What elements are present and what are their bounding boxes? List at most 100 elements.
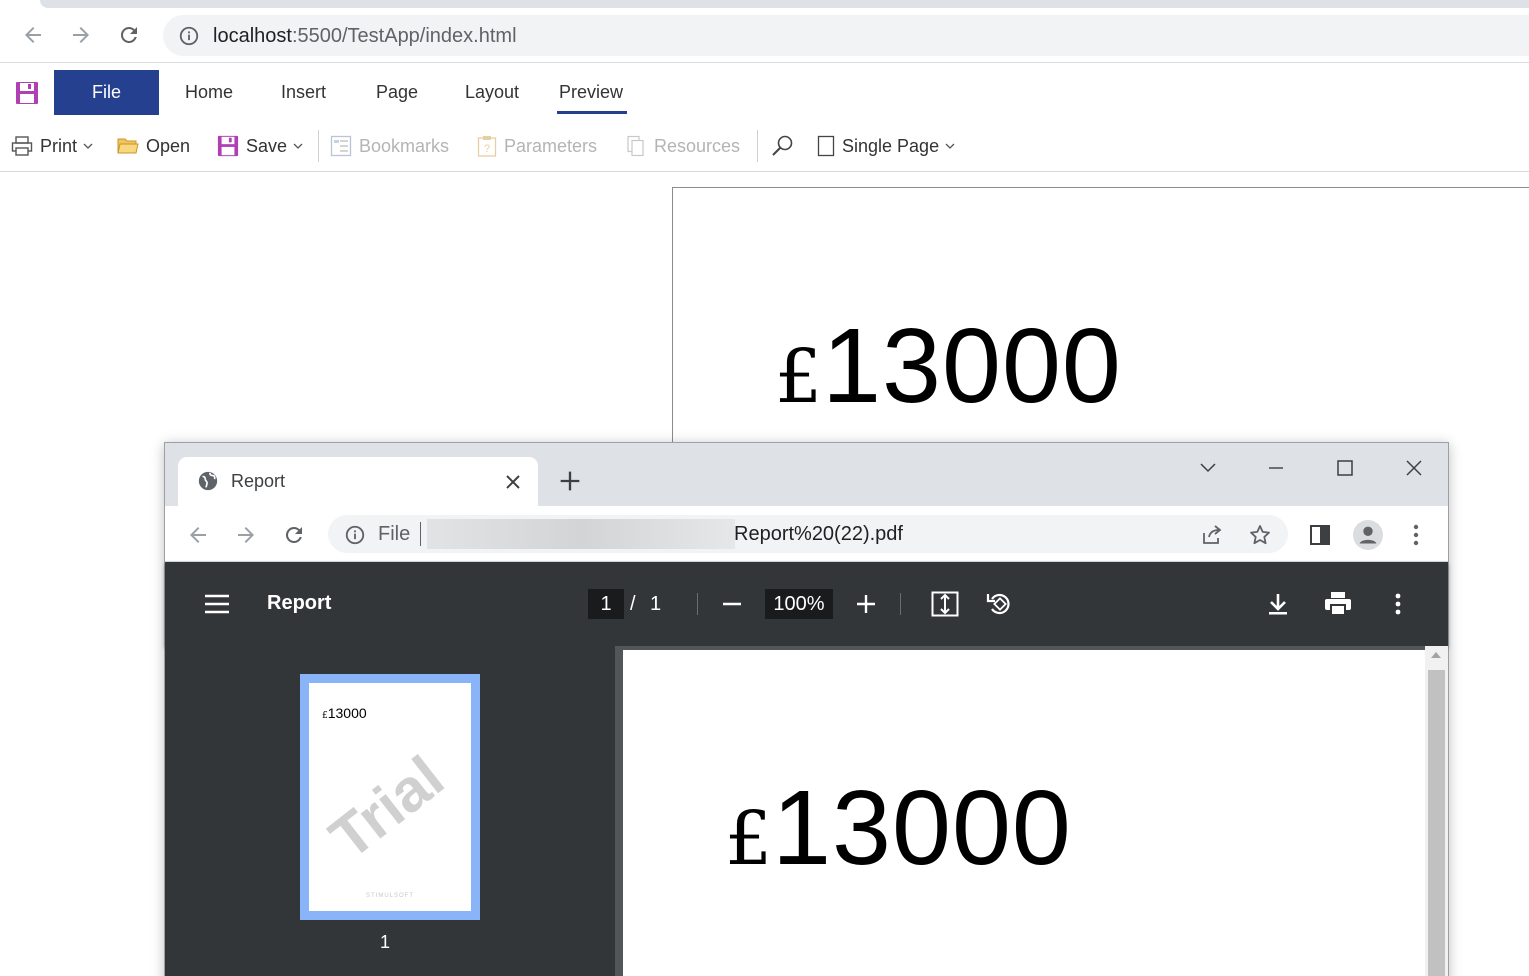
magnifier-icon: [771, 134, 795, 158]
maximize-icon[interactable]: [1323, 453, 1367, 483]
info-icon[interactable]: [344, 524, 366, 551]
pdf-page: £13000: [623, 650, 1425, 976]
pdf-content-area: £13000: [615, 646, 1448, 976]
save-label: Save: [246, 135, 288, 156]
info-icon[interactable]: [178, 25, 200, 52]
tab-insert[interactable]: Insert: [281, 82, 326, 103]
bookmarks-label: Bookmarks: [359, 135, 450, 156]
profile-avatar-icon[interactable]: [1353, 520, 1383, 550]
pdf-scrollbar[interactable]: [1425, 646, 1448, 976]
more-options-icon[interactable]: [1382, 588, 1414, 620]
download-icon[interactable]: [1262, 588, 1294, 620]
folder-icon: [117, 136, 139, 156]
forward-arrow-icon[interactable]: [65, 19, 97, 51]
thumbnail-amount: £13000: [322, 705, 367, 721]
scroll-up-arrow-icon[interactable]: [1431, 652, 1441, 658]
minimize-icon[interactable]: [1254, 453, 1298, 483]
parameters-button[interactable]: ? Parameters: [477, 132, 597, 160]
zoom-in-icon[interactable]: [850, 588, 882, 620]
zoom-level-input[interactable]: 100%: [765, 589, 833, 619]
side-panel-icon[interactable]: [1305, 520, 1335, 550]
view-mode-dropdown[interactable]: Single Page: [817, 132, 955, 160]
thumbnail-footer: STIMULSOFT: [365, 893, 414, 899]
ribbon-tab-bar: File Home Insert Page Layout Preview: [0, 64, 1529, 120]
chevron-down-icon: [293, 141, 303, 151]
chevron-down-icon: [83, 141, 93, 151]
pdf-toolbar: Report 1 / 1 100%: [165, 562, 1448, 646]
pdf-currency: £: [725, 796, 773, 882]
resources-icon: [625, 135, 647, 157]
popup-tab-title: Report: [231, 471, 286, 491]
printer-icon: [11, 135, 33, 157]
page-number-input[interactable]: 1: [588, 589, 624, 619]
toolbar-divider: [757, 130, 758, 162]
scrollbar-thumb[interactable]: [1428, 670, 1445, 976]
page-total: 1: [650, 593, 662, 615]
kebab-menu-icon[interactable]: [1401, 520, 1431, 550]
bookmarks-button[interactable]: Bookmarks: [330, 132, 449, 160]
pdf-thumbnail-sidebar: £13000 Trial STIMULSOFT 1: [165, 646, 615, 976]
print-label: Print: [40, 135, 78, 156]
tab-preview[interactable]: Preview: [559, 82, 623, 103]
close-icon[interactable]: [502, 471, 524, 498]
svg-text:?: ?: [484, 143, 490, 155]
active-tab-indicator: [557, 111, 627, 114]
popup-address-bar[interactable]: File Report%20(22).pdf: [328, 515, 1288, 553]
open-label: Open: [146, 135, 191, 156]
share-icon[interactable]: [1197, 520, 1227, 550]
tab-file[interactable]: File: [54, 70, 159, 115]
open-button[interactable]: Open: [117, 132, 190, 160]
print-button[interactable]: Print: [11, 132, 93, 160]
reload-icon[interactable]: [113, 19, 145, 51]
bookmarks-icon: [330, 135, 352, 157]
thumbnail-page: £13000 Trial STIMULSOFT: [309, 683, 471, 911]
omnibox-divider: [420, 522, 421, 546]
back-arrow-icon[interactable]: [183, 520, 213, 550]
report-currency: £: [775, 334, 823, 420]
thumbnail-page-number: 1: [380, 932, 391, 952]
pdf-toolbar-divider: [697, 593, 698, 615]
chevron-down-icon: [945, 141, 955, 151]
browser-tab-strip: [0, 0, 1529, 8]
pdf-popup-window: Report File Report%20(22).pdf Report 1 /…: [164, 442, 1449, 976]
find-button[interactable]: [771, 132, 802, 160]
star-icon[interactable]: [1245, 520, 1275, 550]
pdf-amount: £13000: [725, 768, 1072, 889]
address-bar[interactable]: localhost:5500/TestApp/index.html: [163, 15, 1529, 56]
chevron-down-icon[interactable]: [1186, 453, 1230, 483]
resources-label: Resources: [654, 135, 741, 156]
preview-toolbar: Print Open Save Bookmarks ? Parameters R…: [0, 120, 1529, 172]
quick-save-icon[interactable]: [15, 81, 39, 110]
close-window-icon[interactable]: [1392, 453, 1436, 483]
print-icon[interactable]: [1322, 588, 1354, 620]
tab-page[interactable]: Page: [376, 82, 418, 103]
save-button[interactable]: Save: [217, 132, 303, 160]
parameters-label: Parameters: [504, 135, 598, 156]
popup-tab[interactable]: Report: [178, 457, 538, 507]
pdf-value: 13000: [772, 769, 1072, 887]
resources-button[interactable]: Resources: [625, 132, 740, 160]
single-page-icon: [817, 135, 835, 157]
back-arrow-icon[interactable]: [17, 19, 49, 51]
fit-to-page-icon[interactable]: [929, 588, 961, 620]
pdf-toolbar-divider: [900, 593, 901, 615]
pdf-document-title: Report: [267, 592, 332, 614]
page-separator: /: [630, 593, 636, 615]
rotate-icon[interactable]: [983, 588, 1015, 620]
redacted-path: [427, 519, 735, 549]
page-thumbnail[interactable]: £13000 Trial STIMULSOFT: [300, 674, 480, 920]
tab-home[interactable]: Home: [185, 82, 233, 103]
globe-icon: [197, 470, 219, 497]
save-icon: [217, 135, 239, 157]
popup-nav-bar: File Report%20(22).pdf: [165, 506, 1448, 562]
tab-layout[interactable]: Layout: [465, 82, 519, 103]
hamburger-menu-icon[interactable]: [201, 588, 233, 620]
forward-arrow-icon[interactable]: [231, 520, 261, 550]
address-url: localhost:5500/TestApp/index.html: [213, 25, 517, 47]
zoom-out-icon[interactable]: [716, 588, 748, 620]
report-value: 13000: [822, 307, 1122, 425]
toolbar-divider: [318, 130, 319, 162]
view-mode-label: Single Page: [842, 135, 940, 156]
reload-icon[interactable]: [279, 520, 309, 550]
new-tab-icon[interactable]: [556, 467, 584, 500]
